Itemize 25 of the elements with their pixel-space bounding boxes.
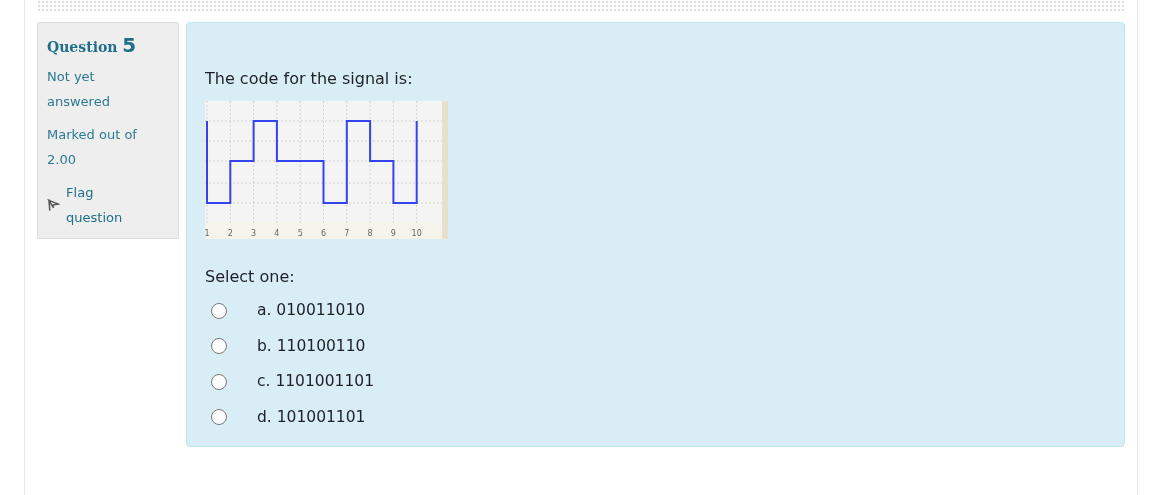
option-label[interactable]: d. 101001101 [257,405,366,429]
select-one-label: Select one: [205,266,296,288]
option-label[interactable]: a. 010011010 [257,299,366,323]
question-grade: Marked out of 2.00 [47,126,138,169]
axis-label: 4 [274,229,280,238]
question-number: Question 5 [47,33,138,59]
question-text: The code for the signal is: [205,68,414,90]
option-label[interactable]: b. 110100110 [257,334,366,358]
radio-button[interactable] [211,373,227,390]
axis-label: 6 [320,229,327,238]
axis-label: 9 [390,229,396,238]
axis-label: 7 [344,229,350,238]
radio-button[interactable] [211,338,227,355]
radio-button[interactable] [211,302,227,319]
option-label[interactable]: c. 1101001101 [257,370,374,394]
flag-question-link[interactable]: Flag question [47,180,148,230]
axis-label: 10 [411,229,422,238]
axis-label: 8 [367,229,373,238]
axis-label: 1 [205,229,210,238]
axis-label: 2 [227,229,233,238]
question-state: Not yet answered [47,68,111,111]
axis-label: 3 [251,229,257,238]
radio-button[interactable] [211,409,227,426]
axis-label: 5 [297,229,303,238]
flag-icon [47,198,61,212]
